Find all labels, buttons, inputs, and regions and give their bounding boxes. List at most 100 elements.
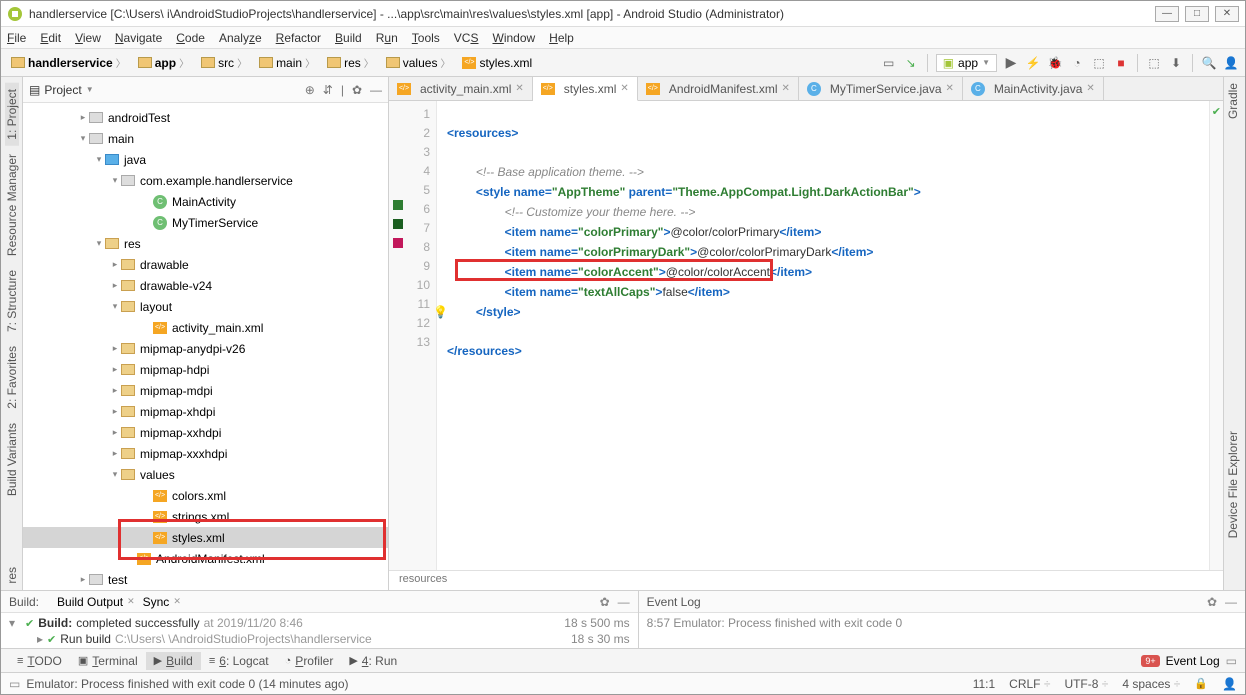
tree-twistie-icon[interactable]: ▸ — [109, 343, 121, 354]
debug-button[interactable]: 🐞 — [1047, 55, 1063, 71]
device-selector-icon[interactable]: ▭ — [881, 55, 897, 71]
tool-project[interactable]: 1: Project — [5, 83, 19, 146]
sync-tab[interactable]: Sync✕ — [143, 595, 181, 609]
apply-changes-icon[interactable]: ⚡ — [1025, 55, 1041, 71]
tree-row[interactable]: ▸drawable-v24 — [23, 275, 388, 296]
menu-build[interactable]: Build — [335, 31, 362, 45]
tree-row[interactable]: ▾values — [23, 464, 388, 485]
bottom-tool-todo[interactable]: ≡TODO — [9, 652, 70, 670]
menu-window[interactable]: Window — [492, 31, 535, 45]
file-encoding[interactable]: UTF-8 ÷ — [1064, 677, 1108, 691]
line-separator[interactable]: CRLF ÷ — [1009, 677, 1050, 691]
tree-row[interactable]: </>strings.xml — [23, 506, 388, 527]
tree-twistie-icon[interactable]: ▾ — [93, 238, 105, 249]
tool-build-variants[interactable]: Build Variants — [5, 417, 19, 502]
build-row[interactable]: ▾✔Build: completed successfully at 2019/… — [9, 615, 630, 631]
tree-row[interactable]: ▸mipmap-xxhdpi — [23, 422, 388, 443]
memory-indicator-icon[interactable]: ▭ — [1226, 654, 1237, 668]
editor-tab[interactable]: </>activity_main.xml✕ — [389, 77, 533, 100]
tree-row[interactable]: ▸mipmap-hdpi — [23, 359, 388, 380]
tree-twistie-icon[interactable]: ▸ — [109, 406, 121, 417]
editor-tab[interactable]: </>AndroidManifest.xml✕ — [638, 77, 799, 100]
breadcrumb-item[interactable]: src〉 — [197, 53, 251, 72]
tree-row[interactable]: ▾com.example.handlerservice — [23, 170, 388, 191]
tree-row[interactable]: ▸androidTest — [23, 107, 388, 128]
bottom-tool-logcat[interactable]: ≡6: Logcat — [201, 652, 277, 670]
hide-icon[interactable]: — — [618, 595, 630, 609]
tree-row[interactable]: </>colors.xml — [23, 485, 388, 506]
close-tab-icon[interactable]: ✕ — [782, 83, 790, 94]
breadcrumb-item[interactable]: values〉 — [382, 53, 455, 72]
breadcrumb-item[interactable]: handlerservice〉 — [7, 53, 130, 72]
run-config-selector[interactable]: ▣ app ▼ — [936, 54, 997, 72]
menu-refactor[interactable]: Refactor — [276, 31, 321, 45]
tree-row[interactable]: </>AndroidManifest.xml — [23, 548, 388, 569]
readonly-icon[interactable]: 🔒 — [1194, 677, 1208, 690]
tree-row[interactable]: ▸test — [23, 569, 388, 590]
menu-analyze[interactable]: Analyze — [219, 31, 262, 45]
project-tree[interactable]: ▸androidTest▾main▾java▾com.example.handl… — [23, 103, 388, 590]
tree-row[interactable]: ▸mipmap-xxxhdpi — [23, 443, 388, 464]
tree-twistie-icon[interactable]: ▾ — [109, 175, 121, 186]
tree-row[interactable]: ▸mipmap-mdpi — [23, 380, 388, 401]
build-output-tab[interactable]: Build Output✕ — [57, 595, 135, 609]
editor-tab[interactable]: CMyTimerService.java✕ — [799, 77, 963, 100]
tool-favorites[interactable]: 2: Favorites — [5, 340, 19, 415]
tree-row[interactable]: ▾layout — [23, 296, 388, 317]
sdk-manager-icon[interactable]: ⬇ — [1168, 55, 1184, 71]
tool-structure[interactable]: 7: Structure — [5, 264, 19, 338]
tree-twistie-icon[interactable]: ▸ — [109, 280, 121, 291]
stop-button[interactable]: ■ — [1113, 55, 1129, 71]
settings-icon[interactable]: ✿ — [600, 595, 610, 609]
tree-twistie-icon[interactable]: ▾ — [109, 301, 121, 312]
minimize-button[interactable]: — — [1155, 6, 1179, 22]
tree-twistie-icon[interactable]: ▸ — [109, 259, 121, 270]
menu-file[interactable]: File — [7, 31, 26, 45]
attach-debugger-icon[interactable]: ⬚ — [1091, 55, 1107, 71]
tree-row[interactable]: ▸mipmap-anydpi-v26 — [23, 338, 388, 359]
maximize-button[interactable]: □ — [1185, 6, 1209, 22]
menu-help[interactable]: Help — [549, 31, 574, 45]
tree-row[interactable]: ▾java — [23, 149, 388, 170]
tool-gradle[interactable]: Gradle — [1224, 77, 1242, 125]
expand-all-icon[interactable]: ⇵ — [323, 83, 333, 97]
close-tab-icon[interactable]: ✕ — [515, 83, 523, 94]
menu-view[interactable]: View — [75, 31, 101, 45]
tree-row[interactable]: CMyTimerService — [23, 212, 388, 233]
tree-twistie-icon[interactable]: ▸ — [77, 112, 89, 123]
menu-navigate[interactable]: Navigate — [115, 31, 162, 45]
close-button[interactable]: ✕ — [1215, 6, 1239, 22]
tree-twistie-icon[interactable]: ▾ — [109, 469, 121, 480]
project-view-selector[interactable]: ▤ Project ▼ — [29, 83, 94, 97]
tree-row[interactable]: ▸mipmap-xhdpi — [23, 401, 388, 422]
run-button[interactable]: ▶ — [1003, 55, 1019, 71]
tree-twistie-icon[interactable]: ▸ — [109, 448, 121, 459]
bottom-tool-terminal[interactable]: ▣Terminal — [70, 652, 146, 670]
breadcrumb-item[interactable]: main〉 — [255, 53, 319, 72]
close-tab-icon[interactable]: ✕ — [1086, 83, 1094, 94]
editor-breadcrumb[interactable]: resources — [389, 570, 1223, 590]
tree-row[interactable]: ▾main — [23, 128, 388, 149]
profile-icon[interactable]: ◔ — [1069, 55, 1085, 71]
bottom-tool-build[interactable]: ▶Build — [146, 652, 201, 670]
indent-setting[interactable]: 4 spaces ÷ — [1122, 677, 1180, 691]
editor-tab[interactable]: CMainActivity.java✕ — [963, 77, 1104, 100]
code-editor[interactable]: <resources> <!-- Base application theme.… — [437, 101, 1209, 570]
tree-twistie-icon[interactable]: ▸ — [109, 385, 121, 396]
menu-edit[interactable]: Edit — [40, 31, 61, 45]
hector-icon[interactable]: 👤 — [1222, 677, 1237, 691]
bottom-tool-run[interactable]: ▶4: Run — [341, 652, 405, 670]
event-log-button[interactable]: Event Log — [1166, 654, 1220, 668]
editor-tab[interactable]: </>styles.xml✕ — [533, 77, 638, 101]
sync-icon[interactable]: ↘ — [903, 55, 919, 71]
tool-res[interactable]: res — [5, 561, 19, 590]
close-tab-icon[interactable]: ✕ — [946, 83, 954, 94]
tree-row[interactable]: ▾res — [23, 233, 388, 254]
breadcrumb-item[interactable]: res〉 — [323, 53, 378, 72]
close-tab-icon[interactable]: ✕ — [620, 83, 628, 94]
settings-icon[interactable]: ✿ — [1207, 595, 1217, 609]
menu-code[interactable]: Code — [176, 31, 205, 45]
scroll-from-source-icon[interactable]: ⊕ — [305, 83, 315, 97]
menu-vcs[interactable]: VCS — [454, 31, 479, 45]
bottom-tool-profiler[interactable]: ◔Profiler — [277, 652, 342, 670]
